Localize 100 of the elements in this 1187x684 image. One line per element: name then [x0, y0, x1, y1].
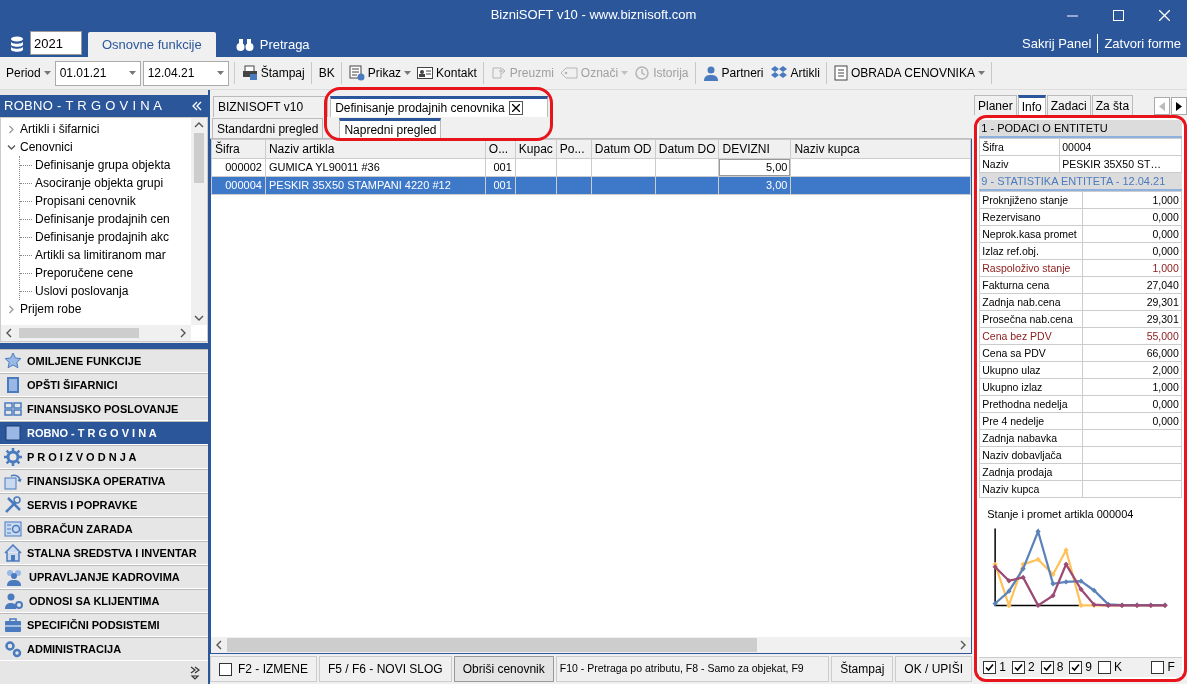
column-header[interactable]: Datum OD — [591, 139, 656, 159]
module-button[interactable]: OMILJENE FUNKCIJE — [0, 349, 208, 373]
toolbar-button[interactable]: Partneri — [700, 62, 766, 84]
module-button[interactable]: ADMINISTRACIJA — [0, 637, 208, 661]
scroll-right-icon — [959, 640, 967, 650]
view-tab[interactable]: Napredni pregled — [339, 118, 442, 138]
ribbon-tab[interactable]: Osnovne funkcije — [88, 32, 216, 57]
field-label: Zadnja prodaja — [982, 465, 1053, 478]
horizontal-scrollbar[interactable] — [1, 325, 191, 341]
more-modules-button[interactable] — [190, 665, 200, 680]
tree-item[interactable]: Definisanje prodajnih cen — [35, 210, 170, 228]
scroll-down-icon — [194, 314, 204, 322]
module-button[interactable]: UPRAVLJANJE KADROVIMA — [0, 565, 208, 589]
panel-tab[interactable]: Zadaci — [1046, 95, 1091, 115]
tree-item[interactable]: Cenovnici — [20, 138, 73, 156]
table-cell: GUMICA YL90011 #36 — [268, 161, 380, 174]
tree-item[interactable]: Propisani cenovnik — [35, 192, 136, 210]
tree-item[interactable]: Asociranje objekta grupi — [35, 174, 164, 192]
toolbar-button[interactable]: Štampaj — [239, 62, 312, 84]
column-header[interactable]: Naziv artikla — [265, 139, 486, 159]
field-label: Ukupno ulaz — [982, 363, 1041, 376]
year-field[interactable]: 2021 — [30, 31, 82, 55]
panel-title: ROBNO - T R G O V I N A — [4, 97, 163, 116]
view-tab[interactable]: Standardni pregled — [212, 118, 324, 138]
boxes-icon — [769, 65, 788, 81]
vertical-scrollbar[interactable] — [191, 118, 207, 325]
tree-item[interactable]: Artikli i šifarnici — [20, 120, 100, 138]
panel-tab[interactable]: Info — [1017, 95, 1046, 115]
module-button[interactable]: ROBNO - T R G O V I N A — [0, 421, 208, 445]
legend-checkbox[interactable] — [1040, 660, 1054, 674]
tree-item[interactable]: Definisanje prodajnih akc — [35, 228, 170, 246]
grid-row[interactable]: 000002 GUMICA YL90011 #36 001 5,00 — [211, 158, 971, 177]
module-button[interactable]: ODNOSI SA KLIJENTIMA — [0, 589, 208, 613]
action-button[interactable]: Štampaj — [831, 656, 894, 682]
scroll-tabs-right-button[interactable] — [1171, 97, 1187, 115]
field-label: Ukupno izlaz — [982, 380, 1043, 393]
scroll-thumb[interactable] — [227, 638, 757, 652]
grid-row[interactable]: 000004 PESKIR 35X50 STAMPANI 4220 #12 001 3,00 — [211, 176, 971, 195]
tree-item[interactable]: Preporučene cene — [35, 264, 134, 282]
scroll-thumb[interactable] — [194, 133, 204, 183]
field-label: Izlaz ref.obj. — [982, 244, 1039, 257]
table-cell: PESKIR 35X50 STAMPANI 4220 #12 — [268, 179, 451, 192]
table-cell: 5,00 — [766, 161, 788, 174]
toolbar-button[interactable]: OBRADA CENOVNIKA — [831, 62, 992, 84]
action-button[interactable]: F5 / F6 - NOVI SLOG — [319, 656, 452, 682]
collapse-icon[interactable] — [7, 142, 16, 152]
close-tab-button[interactable] — [508, 101, 523, 115]
document-tab[interactable]: Definisanje prodajnih cenovnika — [330, 96, 548, 117]
module-button[interactable]: OBRAČUN ZARADA — [0, 517, 208, 541]
panel-tab[interactable]: Planer — [974, 95, 1017, 115]
module-button[interactable]: OPŠTI ŠIFARNICI — [0, 373, 208, 397]
scroll-thumb[interactable] — [19, 328, 139, 338]
date-to-field[interactable]: 12.04.21 — [142, 60, 229, 86]
column-header[interactable]: Šifra — [211, 139, 266, 159]
module-button[interactable]: STALNA SREDSTVA I INVENTAR — [0, 541, 208, 565]
toolbar-button[interactable]: Artikli — [767, 62, 827, 84]
module-button[interactable]: P R O I Z V O D N J A — [0, 445, 208, 469]
column-header[interactable]: Po... — [556, 139, 592, 159]
field-value: 0,000 — [1152, 227, 1179, 240]
maximize-icon — [1112, 9, 1124, 21]
action-button[interactable]: Obriši cenovnik — [453, 656, 554, 682]
column-header[interactable]: DEVIZNI — [719, 139, 791, 159]
section-header[interactable]: 1 - PODACI O ENTITETU — [979, 120, 1182, 139]
table-cell: 001 — [493, 179, 512, 192]
tree-item[interactable]: Prijem robe — [20, 300, 82, 318]
import-icon — [490, 65, 507, 81]
column-header[interactable]: Datum DO — [655, 139, 719, 159]
ribbon-tab[interactable]: Pretraga — [221, 32, 324, 57]
panel-link[interactable]: Sakrij Panel — [1016, 33, 1098, 54]
table-cell: 001 — [493, 161, 512, 174]
legend-checkbox[interactable] — [1098, 660, 1111, 674]
tree-item[interactable]: Artikli sa limitiranom mar — [35, 246, 166, 264]
tree-item[interactable]: Uslovi poslovanja — [35, 282, 129, 300]
horizontal-scrollbar[interactable] — [211, 637, 971, 653]
toolbar-button[interactable]: Kontakt — [415, 62, 484, 84]
module-button[interactable]: FINANSIJSKO POSLOVANJE — [0, 397, 208, 421]
module-button[interactable]: SPECIFIČNI PODSISTEMI — [0, 613, 208, 637]
period-dropdown[interactable]: Period — [4, 62, 53, 84]
right-triangle-icon — [1176, 101, 1182, 111]
edit-checkbox[interactable]: F2 - IZMENE — [210, 656, 317, 682]
field-label: Naziv — [982, 157, 1009, 170]
module-button[interactable]: FINANSIJSKA OPERATIVA — [0, 469, 208, 493]
action-button[interactable]: OK / UPIŠI — [895, 656, 972, 682]
panel-tab[interactable]: Za šta — [1091, 95, 1134, 115]
legend-checkbox[interactable] — [1069, 660, 1083, 674]
column-header[interactable]: Naziv kupca — [790, 139, 971, 159]
legend-checkbox[interactable] — [983, 660, 997, 674]
field-value: 29,301 — [1146, 295, 1179, 308]
square-icon — [4, 424, 22, 442]
toolbar-button[interactable]: Prikaz — [346, 62, 414, 84]
document-tab[interactable]: BIZNISOFT v10 — [213, 96, 329, 117]
date-from-field[interactable]: 01.01.21 — [54, 60, 141, 86]
collapse-panel-button[interactable] — [192, 101, 202, 111]
gear-icon — [4, 448, 22, 466]
panel-link[interactable]: Zatvori forme — [1097, 33, 1187, 54]
legend-checkbox[interactable] — [1011, 660, 1025, 674]
tree-item[interactable]: Definisanje grupa objekta — [35, 156, 171, 174]
module-button[interactable]: SERVIS I POPRAVKE — [0, 493, 208, 517]
legend-checkbox[interactable] — [1151, 660, 1165, 674]
toolbar-button[interactable]: BK — [316, 62, 342, 84]
